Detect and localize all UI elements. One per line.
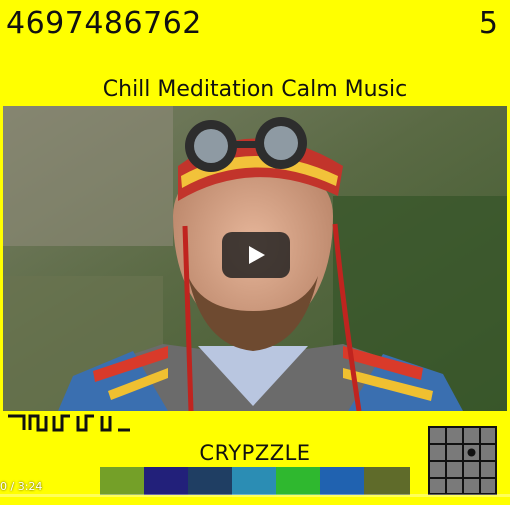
color-swatches xyxy=(100,467,410,495)
color-swatch xyxy=(276,467,320,495)
color-swatch xyxy=(320,467,364,495)
play-icon xyxy=(249,246,265,264)
grid-puzzle-icon xyxy=(428,426,497,495)
color-swatch xyxy=(144,467,188,495)
play-button[interactable] xyxy=(222,232,290,278)
time-display: 0 / 3:24 xyxy=(0,480,43,493)
color-swatch xyxy=(364,467,410,495)
number-label: 4697486762 xyxy=(6,6,202,41)
progress-bar[interactable] xyxy=(0,494,510,497)
color-swatch xyxy=(188,467,232,495)
count-label: 5 xyxy=(478,6,498,41)
color-swatch xyxy=(100,467,144,495)
video-title: Chill Meditation Calm Music xyxy=(102,77,408,102)
glyph-pattern-icon xyxy=(8,414,130,432)
color-swatch xyxy=(232,467,276,495)
video-card: 4697486762 5 Chill Meditation Calm Music xyxy=(0,0,510,505)
